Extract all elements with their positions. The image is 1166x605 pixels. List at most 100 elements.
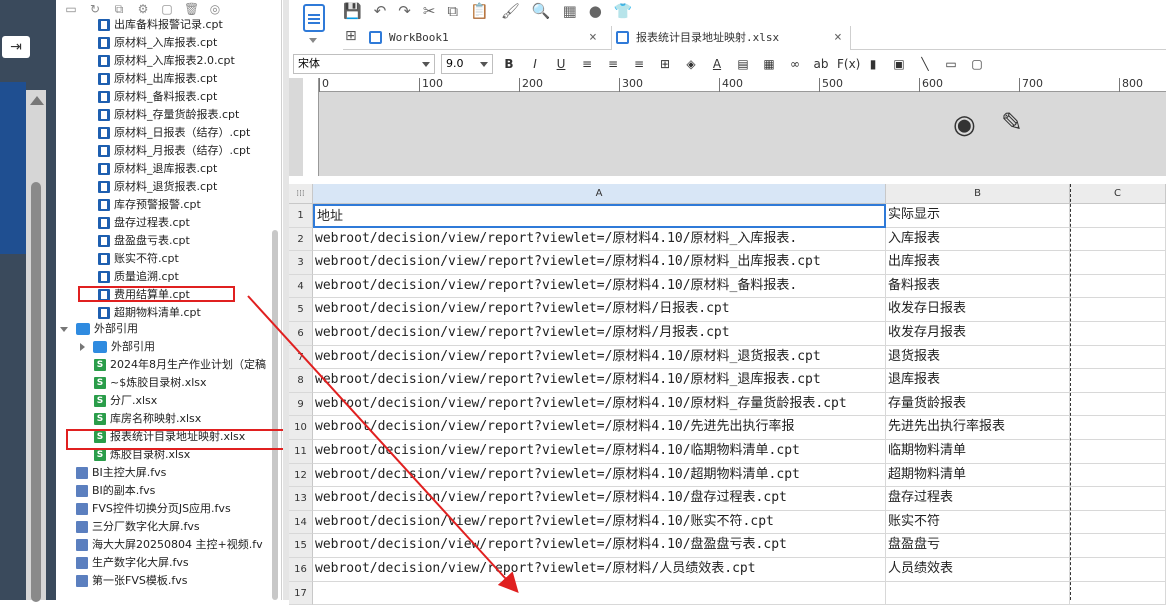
tree-item[interactable]: 盘存过程表.cpt <box>98 214 190 232</box>
cell-a[interactable]: webroot/decision/view/report?viewlet=/原材… <box>313 416 886 440</box>
row-header[interactable]: 3 <box>289 251 313 275</box>
tree-item[interactable]: S ~$炼胶目录树.xlsx <box>94 374 207 392</box>
tree-item[interactable]: FVS控件切换分页JS应用.fvs <box>76 500 231 518</box>
tree-item[interactable]: 库存预警报警.cpt <box>98 196 201 214</box>
cell-b[interactable]: 实际显示 <box>886 204 1070 228</box>
align-right-icon[interactable]: ≡ <box>629 57 649 71</box>
shirt-icon[interactable]: 👕 <box>614 2 633 20</box>
tree-item[interactable]: 海大大屏20250804 主控+视频.fv <box>76 536 263 554</box>
font-select[interactable]: 宋体 <box>293 54 435 74</box>
image-icon[interactable]: ▣ <box>889 57 909 71</box>
tree-item[interactable]: 原材料_退库报表.cpt <box>98 160 217 178</box>
tab-mapping[interactable]: 报表统计目录地址映射.xlsx × <box>611 26 851 50</box>
tree-item[interactable]: S 库房名称映射.xlsx <box>94 410 201 428</box>
tree-item[interactable]: 外部引用 <box>80 338 155 356</box>
font-color-icon[interactable]: A <box>707 57 727 71</box>
tree-item[interactable]: S 分厂.xlsx <box>94 392 157 410</box>
cell-a[interactable]: webroot/decision/view/report?viewlet=/原材… <box>313 298 886 322</box>
format-brush-icon[interactable]: 🖌 <box>501 2 520 20</box>
link-icon[interactable]: ∞ <box>785 57 805 71</box>
bold-button[interactable]: B <box>499 57 519 71</box>
cell-a[interactable]: webroot/decision/view/report?viewlet=/原材… <box>313 534 886 558</box>
tree-item[interactable]: 原材料_入库报表2.0.cpt <box>98 52 235 70</box>
tree-item[interactable]: 第一张FVS模板.fvs <box>76 572 187 590</box>
more-icon[interactable]: ▢ <box>967 57 987 71</box>
close-icon[interactable]: × <box>834 26 842 50</box>
chevron-right-icon[interactable] <box>80 343 85 351</box>
cell-c[interactable] <box>1070 274 1166 299</box>
find-icon[interactable]: 🔍 <box>532 2 551 20</box>
cell-b[interactable]: 退库报表 <box>886 369 1070 393</box>
cell-b[interactable]: 存量货龄报表 <box>886 392 1070 417</box>
cell-a[interactable]: webroot/decision/view/report?viewlet=/原材… <box>313 487 886 511</box>
cell-c[interactable] <box>1070 581 1166 605</box>
row-header[interactable]: 5 <box>289 298 313 322</box>
split-icon[interactable]: ▦ <box>759 57 779 71</box>
cell-c[interactable] <box>1070 322 1166 346</box>
copy-icon[interactable]: ⧉ <box>447 2 458 20</box>
cell-a[interactable] <box>313 581 886 605</box>
cell-c[interactable] <box>1070 558 1166 582</box>
widget-icon[interactable]: ▭ <box>941 57 961 71</box>
cell-a[interactable]: webroot/decision/view/report?viewlet=/原材… <box>313 274 886 299</box>
refresh-icon[interactable]: ↻ <box>88 2 102 16</box>
settings-icon[interactable]: ⚙ <box>136 2 150 16</box>
align-center-icon[interactable]: ≡ <box>603 57 623 71</box>
tree-item[interactable]: BI主控大屏.fvs <box>76 464 166 482</box>
column-header[interactable]: A <box>313 184 886 204</box>
cell-c[interactable] <box>1070 416 1166 440</box>
cell-b[interactable]: 人员绩效表 <box>886 558 1070 582</box>
record-icon[interactable]: ● <box>589 2 602 20</box>
tree-item[interactable]: 原材料_退货报表.cpt <box>98 178 217 196</box>
rename-icon[interactable]: ▢ <box>160 2 174 16</box>
cell-a[interactable]: webroot/decision/view/report?viewlet=/原材… <box>313 369 886 393</box>
preview-button[interactable] <box>299 2 329 48</box>
align-left-icon[interactable]: ≡ <box>577 57 597 71</box>
border-icon[interactable]: ⊞ <box>655 57 675 71</box>
chevron-down-icon[interactable] <box>60 326 68 332</box>
row-header[interactable]: 12 <box>289 463 313 488</box>
tree-item[interactable]: 盘盈盘亏表.cpt <box>98 232 190 250</box>
fill-color-icon[interactable]: ◈ <box>681 57 701 71</box>
cell-b[interactable]: 备料报表 <box>886 274 1070 299</box>
row-header[interactable]: 1 <box>289 204 313 228</box>
tree-item[interactable]: 原材料_存量货龄报表.cpt <box>98 106 239 124</box>
cell-b[interactable]: 临期物料清单 <box>886 440 1070 464</box>
chart-icon[interactable]: ▮ <box>863 57 883 71</box>
cut-icon[interactable]: ✂ <box>423 2 436 20</box>
template-icon[interactable]: ▦ <box>563 2 577 20</box>
column-header[interactable]: C <box>1070 184 1166 204</box>
row-header[interactable]: 2 <box>289 227 313 252</box>
cell-a[interactable]: webroot/decision/view/report?viewlet=/原材… <box>313 392 886 417</box>
row-header[interactable]: 9 <box>289 392 313 417</box>
cell-c[interactable] <box>1070 534 1166 558</box>
row-header[interactable]: 15 <box>289 534 313 558</box>
cell-b[interactable]: 账实不符 <box>886 510 1070 535</box>
new-folder-icon[interactable]: ▭ <box>64 2 78 16</box>
cell-c[interactable] <box>1070 345 1166 370</box>
delete-icon[interactable]: 🗑 <box>184 2 199 16</box>
locate-icon[interactable]: ◎ <box>208 2 222 16</box>
tree-item[interactable]: 三分厂数字化大屏.fvs <box>76 518 200 536</box>
select-all-corner[interactable]: ⁞⁞⁞ <box>289 184 313 204</box>
cell-c[interactable] <box>1070 369 1166 393</box>
cell-a[interactable]: webroot/decision/view/report?viewlet=/原材… <box>313 322 886 346</box>
paste-icon[interactable]: 📋 <box>470 2 489 20</box>
underline-button[interactable]: U <box>551 57 571 71</box>
exit-icon[interactable]: ⇥ <box>2 36 30 58</box>
tree-item[interactable]: 账实不符.cpt <box>98 250 179 268</box>
tree-item[interactable]: 原材料_备料报表.cpt <box>98 88 217 106</box>
column-header[interactable]: B <box>886 184 1070 204</box>
cell-c[interactable] <box>1070 487 1166 511</box>
cell-b[interactable]: 退货报表 <box>886 345 1070 370</box>
grid-icon[interactable]: ⊞ <box>345 28 357 44</box>
redo-icon[interactable]: ↷ <box>398 2 411 20</box>
cell-b[interactable]: 收发存月报表 <box>886 322 1070 346</box>
cell-c[interactable] <box>1070 204 1166 228</box>
row-header[interactable]: 6 <box>289 322 313 346</box>
cell-a[interactable]: webroot/decision/view/report?viewlet=/原材… <box>313 463 886 488</box>
tree-item[interactable]: 原材料_入库报表.cpt <box>98 34 217 52</box>
formula-button[interactable]: F(x) <box>837 57 860 71</box>
tree-item[interactable]: 原材料_出库报表.cpt <box>98 70 217 88</box>
hide-eye-icon[interactable]: ◉ <box>953 110 976 140</box>
